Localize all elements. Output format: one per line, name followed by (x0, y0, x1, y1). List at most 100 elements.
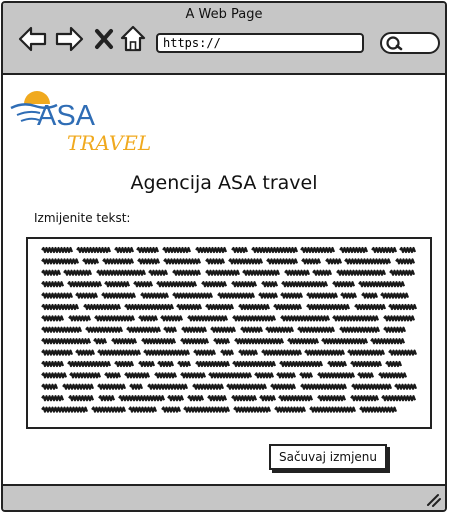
scribble-word (163, 258, 202, 265)
scribble-word (140, 292, 170, 299)
scribble-word (94, 315, 136, 322)
scribble-word (261, 349, 303, 356)
scribble-word (114, 360, 135, 368)
scribble-word (217, 292, 256, 299)
scribble-word (359, 406, 398, 413)
scribble-word (357, 372, 375, 379)
scribble-word (102, 258, 135, 265)
home-icon[interactable] (120, 25, 146, 53)
scribble-word (226, 383, 268, 390)
placeholder-text-scribble (41, 246, 418, 413)
scribble-word (354, 303, 387, 311)
text-editor-area[interactable] (26, 237, 432, 429)
scribble-word (266, 258, 299, 265)
scribble-word (233, 406, 272, 413)
scribble-word (340, 292, 358, 299)
scribble-word (137, 258, 161, 265)
forward-arrow-icon[interactable] (54, 25, 84, 53)
logo-asa-text: ASA (37, 100, 96, 132)
scribble-word (75, 349, 96, 356)
scribble-word (147, 383, 189, 390)
scribble-word (97, 349, 142, 356)
scribble-word (332, 281, 356, 288)
scribble-word (317, 372, 356, 379)
scribble-word (138, 360, 156, 368)
scribble-word (41, 281, 65, 288)
page-content: ASA TRAVEL Agencija ASA travel Izmijenit… (3, 75, 445, 488)
scribble-word (231, 246, 249, 254)
scribble-word (306, 303, 351, 311)
scribble-word (156, 281, 198, 288)
scribble-word (201, 281, 228, 288)
scribble-word (183, 406, 231, 413)
scribble-word (101, 292, 137, 299)
scribble-word (388, 303, 418, 311)
scribble-word (278, 395, 314, 402)
scribble-word (163, 326, 178, 333)
scribble-word (399, 246, 417, 254)
scribble-word (238, 349, 259, 356)
scribble-word (41, 383, 59, 390)
scribble-word (301, 258, 322, 265)
scribble-word (234, 338, 285, 345)
save-changes-button[interactable]: Sačuvaj izmjenu (269, 444, 387, 470)
scribble-word (210, 326, 237, 333)
scribble-word (370, 338, 406, 345)
scribble-word (161, 406, 182, 413)
scribble-word (41, 326, 83, 333)
scribble-word (300, 246, 336, 254)
scribble-word (98, 395, 116, 402)
browser-search-box[interactable] (380, 32, 440, 54)
scribble-word (388, 349, 418, 356)
scribble-word (118, 395, 166, 402)
scribble-word (207, 395, 228, 402)
scribble-word (336, 269, 387, 276)
scribble-word (350, 395, 380, 402)
edit-text-label: Izmijenite tekst: (34, 211, 131, 225)
scribble-word (259, 395, 277, 402)
scribble-word (270, 383, 297, 390)
scribble-word (238, 303, 271, 311)
scribble-word (104, 372, 122, 379)
close-x-icon[interactable] (94, 28, 114, 50)
scribble-word (160, 315, 184, 322)
scribble-word (41, 303, 80, 311)
scribble-word (68, 315, 92, 322)
browser-titlebar: A Web Page https:// (3, 3, 445, 75)
scribble-word (167, 395, 185, 402)
scribble-word (180, 372, 207, 379)
scribble-word (385, 360, 403, 368)
url-input[interactable]: https:// (156, 33, 364, 53)
back-arrow-icon[interactable] (18, 25, 48, 53)
scribble-word (180, 338, 210, 345)
scribble-word (351, 383, 393, 390)
scribble-word (63, 269, 93, 276)
scribble-word (228, 258, 264, 265)
scribble-word (280, 292, 304, 299)
scribble-word (389, 269, 416, 276)
resize-grip-icon[interactable] (425, 493, 441, 507)
scribble-word (128, 406, 158, 413)
scribble-word (96, 269, 147, 276)
scribble-word (378, 372, 408, 379)
page-title: Agencija ASA travel (130, 172, 318, 194)
scribble-word (195, 246, 228, 254)
scribble-word (148, 269, 169, 276)
scribble-word (126, 326, 162, 333)
scribble-word (208, 372, 253, 379)
scribble-word (76, 246, 112, 254)
scribble-word (136, 246, 160, 254)
logo-travel-text: TRAVEL (67, 131, 151, 155)
scribble-word (309, 406, 357, 413)
scribble-word (111, 338, 138, 345)
scribble-word (332, 315, 380, 322)
scribble-word (67, 281, 103, 288)
scribble-word (157, 360, 175, 368)
scribble-word (176, 303, 203, 311)
scribble-word (297, 326, 336, 333)
scribble-word (279, 360, 324, 368)
scribble-word (195, 360, 231, 368)
scribble-word (231, 281, 258, 288)
scribble-word (177, 360, 192, 368)
scribble-word (347, 349, 386, 356)
